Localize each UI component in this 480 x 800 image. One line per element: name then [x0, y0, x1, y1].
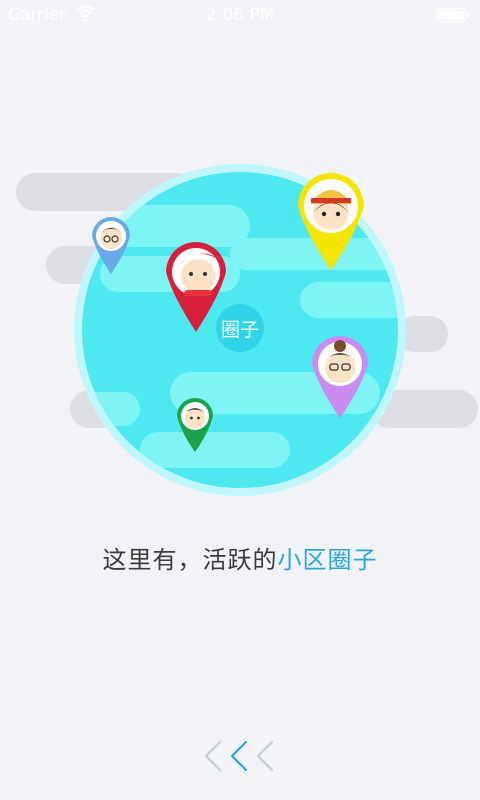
- battery-icon: [436, 8, 470, 22]
- avatar-boy-glasses-icon: [100, 227, 122, 249]
- globe: 圈子: [74, 164, 406, 496]
- swipe-hint-arrows[interactable]: [200, 738, 280, 774]
- chevron-left-icon: [204, 740, 222, 772]
- avatar-old-man-icon: [185, 408, 205, 428]
- community-globe-illustration: 圈子: [16, 164, 478, 496]
- onboarding-caption: 这里有，活跃的小区圈子: [0, 540, 480, 575]
- status-time: 2:06 PM: [205, 5, 275, 25]
- status-bar: Carrier 2:06 PM: [0, 0, 480, 30]
- chevron-left-icon: [256, 740, 274, 772]
- chevron-left-icon: [230, 740, 248, 772]
- globe-circle-badge: 圈子: [221, 319, 259, 341]
- caption-prefix: 这里有，活跃的: [102, 546, 278, 574]
- caption-highlight: 小区圈子: [277, 546, 378, 574]
